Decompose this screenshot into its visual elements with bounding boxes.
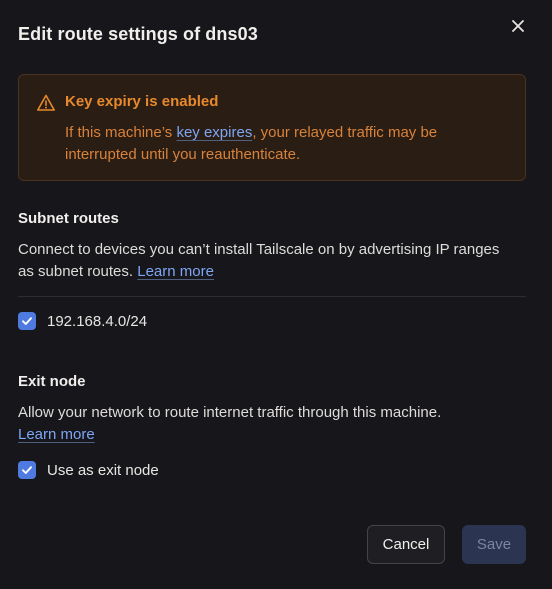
exit-node-label: Use as exit node — [47, 461, 159, 479]
key-expires-link[interactable]: key expires — [176, 124, 252, 141]
dialog-title: Edit route settings of dns03 — [18, 24, 258, 44]
warning-triangle-icon — [37, 94, 55, 111]
save-button[interactable]: Save — [462, 525, 526, 564]
exit-node-option[interactable]: Use as exit node — [18, 461, 159, 479]
close-button[interactable] — [506, 14, 530, 38]
warning-body: If this machine’s key expires, your rela… — [65, 122, 485, 166]
subnet-description-text: Connect to devices you can’t install Tai… — [18, 241, 500, 280]
subnet-routes-description: Connect to devices you can’t install Tai… — [18, 239, 518, 283]
warning-title: Key expiry is enabled — [65, 93, 219, 110]
checkmark-icon — [22, 317, 32, 325]
subnet-divider — [18, 296, 526, 297]
exit-node-description-text: Allow your network to route internet tra… — [18, 404, 442, 421]
exit-node-description: Allow your network to route internet tra… — [18, 402, 518, 446]
cancel-button[interactable]: Cancel — [367, 525, 445, 564]
warning-body-prefix: If this machine’s — [65, 124, 177, 141]
key-expiry-warning: Key expiry is enabled If this machine’s … — [18, 74, 526, 181]
close-icon — [512, 20, 524, 32]
subnet-route-checkbox[interactable] — [18, 312, 36, 330]
exit-node-heading: Exit node — [18, 373, 86, 390]
subnet-route-label: 192.168.4.0/24 — [47, 312, 148, 330]
checkmark-icon — [22, 466, 32, 474]
route-settings-dialog: Edit route settings of dns03 Key expiry … — [0, 0, 552, 589]
subnet-routes-heading: Subnet routes — [18, 210, 119, 227]
exit-node-learn-more-link[interactable]: Learn more — [18, 426, 95, 443]
subnet-learn-more-link[interactable]: Learn more — [137, 263, 214, 280]
exit-node-checkbox[interactable] — [18, 461, 36, 479]
subnet-route-option[interactable]: 192.168.4.0/24 — [18, 312, 147, 330]
